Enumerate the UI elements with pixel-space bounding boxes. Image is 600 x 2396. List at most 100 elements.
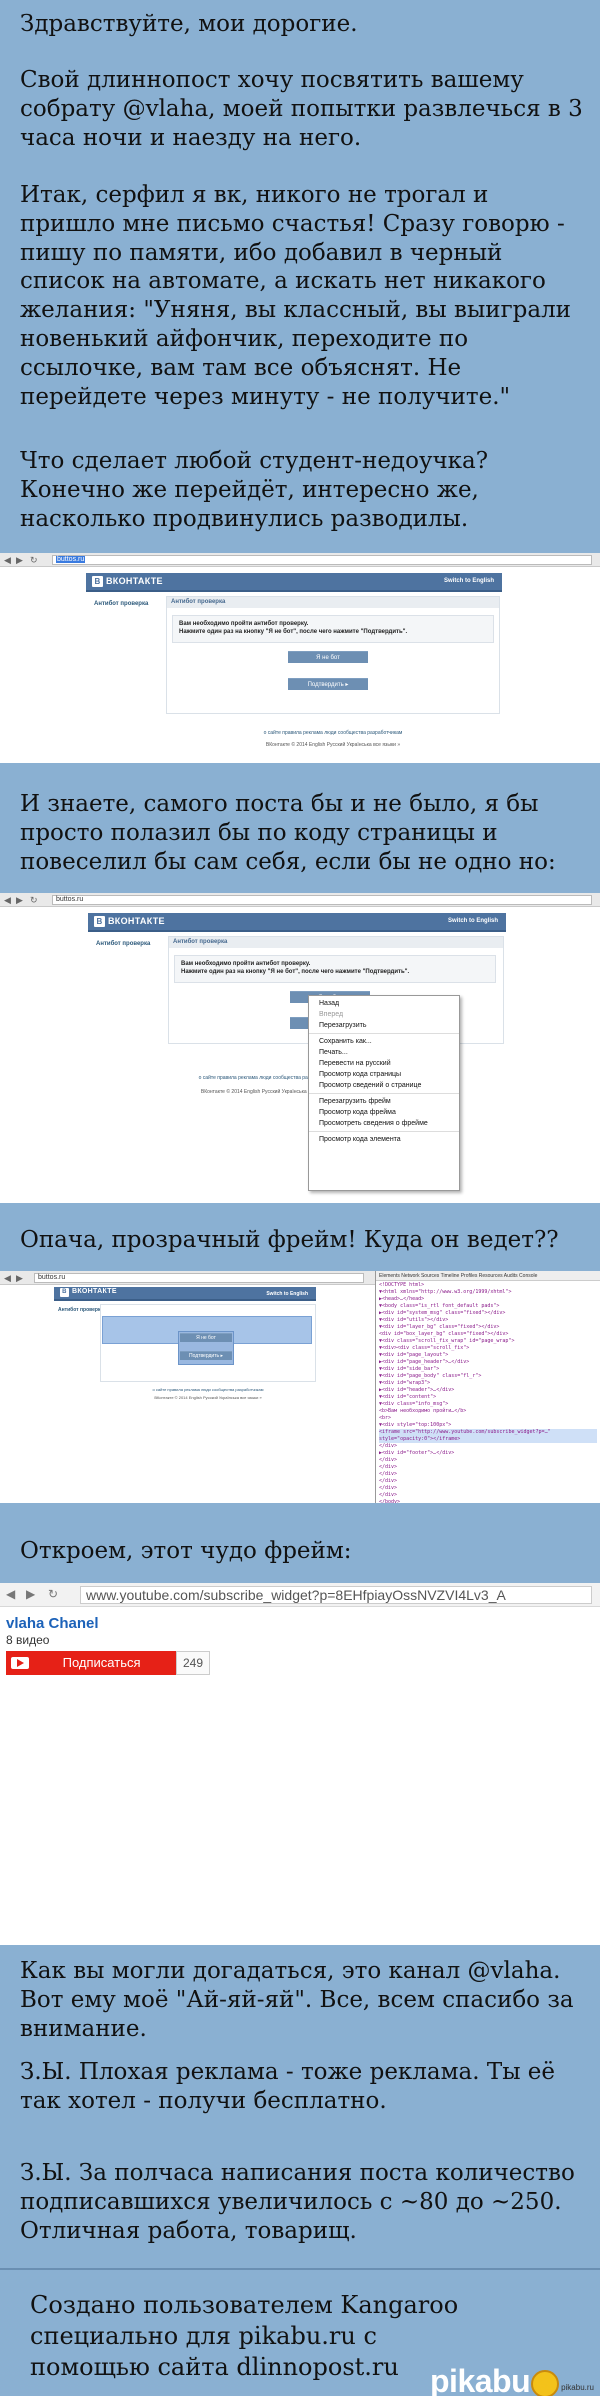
sidebar-item-antibot[interactable]: Антибот проверка xyxy=(94,601,148,607)
browser-toolbar: ◀ ▶ ↻ buttos.ru xyxy=(0,553,600,567)
dom-node-line[interactable]: ▼<div id="page_layout"> xyxy=(379,1352,597,1359)
paragraph-student: Что сделает любой студент-недоучка? Коне… xyxy=(20,448,489,532)
dom-node-line[interactable]: </div> xyxy=(379,1457,597,1464)
dom-node-line[interactable]: <div id="box_layer_bg" class="fixed"></d… xyxy=(379,1331,597,1338)
browser-toolbar: ◀ ▶ ↻ www.youtube.com/subscribe_widget?p… xyxy=(0,1583,600,1607)
vk-logo[interactable]: В ВКОНТАКТЕ xyxy=(94,916,165,928)
vk-footer-copyright: ВКонтакте © 2014 English Русский Українс… xyxy=(265,742,401,748)
dom-node-line[interactable]: </div> xyxy=(379,1492,597,1499)
devtools-panel: Elements Network Sources Timeline Profil… xyxy=(375,1271,600,1503)
dom-node-line[interactable]: ▶<div id="footer">…</div> xyxy=(379,1450,597,1457)
switch-english-link[interactable]: Switch to English xyxy=(444,578,494,584)
channel-title[interactable]: vlaha Chanel xyxy=(6,1615,99,1632)
reload-icon[interactable]: ↻ xyxy=(30,895,38,906)
forward-icon[interactable]: ▶ xyxy=(16,895,23,906)
dom-node-line[interactable]: ▼<body class="is_rtl font_default pads"> xyxy=(379,1303,597,1310)
menu-item-frame-source[interactable]: Просмотр кода фрейма xyxy=(309,1107,459,1118)
dom-node-line[interactable]: ▶<div id="page_header">…</div> xyxy=(379,1359,597,1366)
sidebar-item-antibot[interactable]: Антибот проверка xyxy=(58,1307,103,1313)
vk-header: В ВКОНТАКТЕ Switch to English xyxy=(88,913,506,932)
devtools-tabs[interactable]: Elements Network Sources Timeline Profil… xyxy=(376,1271,600,1281)
dom-node-line[interactable]: ▼<div class="scroll_fix_wrap" id="page_w… xyxy=(379,1338,597,1345)
address-bar[interactable]: buttos.ru xyxy=(52,895,592,905)
dom-node-line[interactable]: </div> xyxy=(379,1485,597,1492)
forward-icon[interactable]: ▶ xyxy=(16,555,23,566)
dom-node-line[interactable]: </div> xyxy=(379,1443,597,1450)
dom-node-line[interactable]: </div> xyxy=(379,1464,597,1471)
menu-item-view-source[interactable]: Просмотр кода страницы xyxy=(309,1069,459,1080)
menu-item-frame-info[interactable]: Просмотреть сведения о фрейме xyxy=(309,1118,459,1129)
dom-node-line[interactable]: ▼<div style="top:100px"> xyxy=(379,1422,597,1429)
vk-header: В ВКОНТАКТЕ Switch to English xyxy=(86,573,502,592)
back-icon[interactable]: ◀ xyxy=(4,895,11,906)
dom-node-line[interactable]: <b>Вам необходимо пройти…</b> xyxy=(379,1408,597,1415)
dom-node-line[interactable]: ▼<div><div class="scroll_fix"> xyxy=(379,1345,597,1352)
screenshot-youtube-widget: ◀ ▶ ↻ www.youtube.com/subscribe_widget?p… xyxy=(0,1583,600,1945)
vk-footer-links[interactable]: о сайте правила реклама люди сообщества … xyxy=(166,730,500,736)
forward-icon[interactable]: ▶ xyxy=(26,1587,35,1601)
back-icon[interactable]: ◀ xyxy=(4,555,11,566)
paragraph-dedication: Свой длиннопост хочу посвятить вашему со… xyxy=(20,67,583,151)
dom-node-line[interactable]: ▼<div class="info_msg"> xyxy=(379,1401,597,1408)
dom-node-line[interactable]: ▼<div id="wrap3"> xyxy=(379,1380,597,1387)
not-bot-button[interactable]: Я не бот xyxy=(180,1333,232,1342)
paragraph-conclusion: Как вы могли догадаться, это канал @vlah… xyxy=(20,1958,574,2042)
vk-logo[interactable]: В ВКОНТАКТЕ xyxy=(60,1288,117,1300)
dom-node-line[interactable]: ▶<div id="system_msg" class="fixed"></di… xyxy=(379,1310,597,1317)
dom-node-line[interactable]: <!DOCTYPE html> xyxy=(379,1282,597,1289)
watermark: pikabu.ru xyxy=(561,2383,594,2392)
dom-node-line[interactable]: <br> xyxy=(379,1415,597,1422)
vk-logo[interactable]: В ВКОНТАКТЕ xyxy=(92,576,163,588)
not-bot-button[interactable]: Я не бот xyxy=(288,651,368,663)
confirm-button[interactable]: Подтвердить ▸ xyxy=(180,1351,232,1360)
address-bar[interactable]: buttos.ru xyxy=(52,555,592,565)
dom-node-line[interactable]: </body> xyxy=(379,1499,597,1503)
confirm-button[interactable]: Подтвердить ▸ xyxy=(288,678,368,690)
menu-item-reload[interactable]: Перезагрузить xyxy=(309,1020,459,1031)
dom-node-line[interactable]: style="opacity:0"></iframe> xyxy=(379,1436,597,1443)
menu-item-translate[interactable]: Перевести на русский xyxy=(309,1058,459,1069)
forward-icon[interactable]: ▶ xyxy=(16,1273,23,1284)
menu-item-reload-frame[interactable]: Перезагрузить фрейм xyxy=(309,1096,459,1107)
antibot-message: Вам необходимо пройти антибот проверку. … xyxy=(172,615,494,643)
menu-item-save-as[interactable]: Сохранить как... xyxy=(309,1036,459,1047)
dom-node-line[interactable]: ▶<div id="header">…</div> xyxy=(379,1387,597,1394)
address-bar[interactable]: www.youtube.com/subscribe_widget?p=8EHfp… xyxy=(80,1586,592,1604)
back-icon[interactable]: ◀ xyxy=(4,1273,11,1284)
paragraph-ps1: З.Ы. Плохая реклама - тоже реклама. Ты е… xyxy=(20,2059,556,2114)
pikabu-logo[interactable]: pikabu xyxy=(430,2363,560,2396)
vk-footer-links[interactable]: о сайте правила реклама люди сообщества … xyxy=(100,1387,316,1392)
dom-node-line[interactable]: ▼<div id="content"> xyxy=(379,1394,597,1401)
menu-item-inspect[interactable]: Просмотр кода элемента xyxy=(309,1134,459,1145)
menu-item-page-info[interactable]: Просмотр сведений о странице xyxy=(309,1080,459,1091)
switch-english-link[interactable]: Switch to English xyxy=(266,1291,308,1297)
dom-tree[interactable]: <!DOCTYPE html> ▼<html xmlns="http://www.… xyxy=(376,1281,600,1503)
screenshot-vk-antibot: ◀ ▶ ↻ buttos.ru В ВКОНТАКТЕ Switch to Eng… xyxy=(0,553,600,763)
dom-node-line[interactable]: </div> xyxy=(379,1471,597,1478)
sidebar-item-antibot[interactable]: Антибот проверка xyxy=(96,941,150,947)
browser-toolbar: ◀ ▶ ↻ buttos.ru xyxy=(0,893,600,907)
paragraph-greeting: Здравствуйте, мои дорогие. xyxy=(20,11,358,37)
dom-node-line[interactable]: ▼<div id="page_body" class="fl_r"> xyxy=(379,1373,597,1380)
dom-node-line[interactable]: <iframe src="http://www.youtube.com/subs… xyxy=(379,1429,597,1436)
context-menu: Назад Вперед Перезагрузить Сохранить как… xyxy=(308,995,460,1191)
back-icon[interactable]: ◀ xyxy=(6,1587,15,1601)
dom-node-line[interactable]: </div> xyxy=(379,1478,597,1485)
reload-icon[interactable]: ↻ xyxy=(30,555,38,566)
dom-node-line[interactable]: ▼<div id="utils"></div> xyxy=(379,1317,597,1324)
panel-title: Антибот проверка xyxy=(167,597,499,608)
subscribe-button[interactable]: Подписаться xyxy=(6,1651,176,1675)
dom-node-line[interactable]: ▼<html xmlns="http://www.w3.org/1999/xht… xyxy=(379,1289,597,1296)
menu-item-print[interactable]: Печать... xyxy=(309,1047,459,1058)
dom-node-line[interactable]: ▶<head>…</head> xyxy=(379,1296,597,1303)
vk-footer-copyright: ВКонтакте © 2014 English Русский Українс… xyxy=(154,1395,262,1400)
switch-english-link[interactable]: Switch to English xyxy=(448,918,498,924)
paragraph-code: И знаете, самого поста бы и не было, я б… xyxy=(20,791,556,875)
video-count: 8 видео xyxy=(6,1633,50,1647)
address-bar[interactable]: buttos.ru xyxy=(34,1273,364,1283)
reload-icon[interactable]: ↻ xyxy=(48,1587,58,1601)
menu-item-forward[interactable]: Вперед xyxy=(309,1009,459,1020)
dom-node-line[interactable]: ▼<div id="side_bar"> xyxy=(379,1366,597,1373)
menu-item-back[interactable]: Назад xyxy=(309,998,459,1009)
dom-node-line[interactable]: ▼<div id="layer_bg" class="fixed"></div> xyxy=(379,1324,597,1331)
